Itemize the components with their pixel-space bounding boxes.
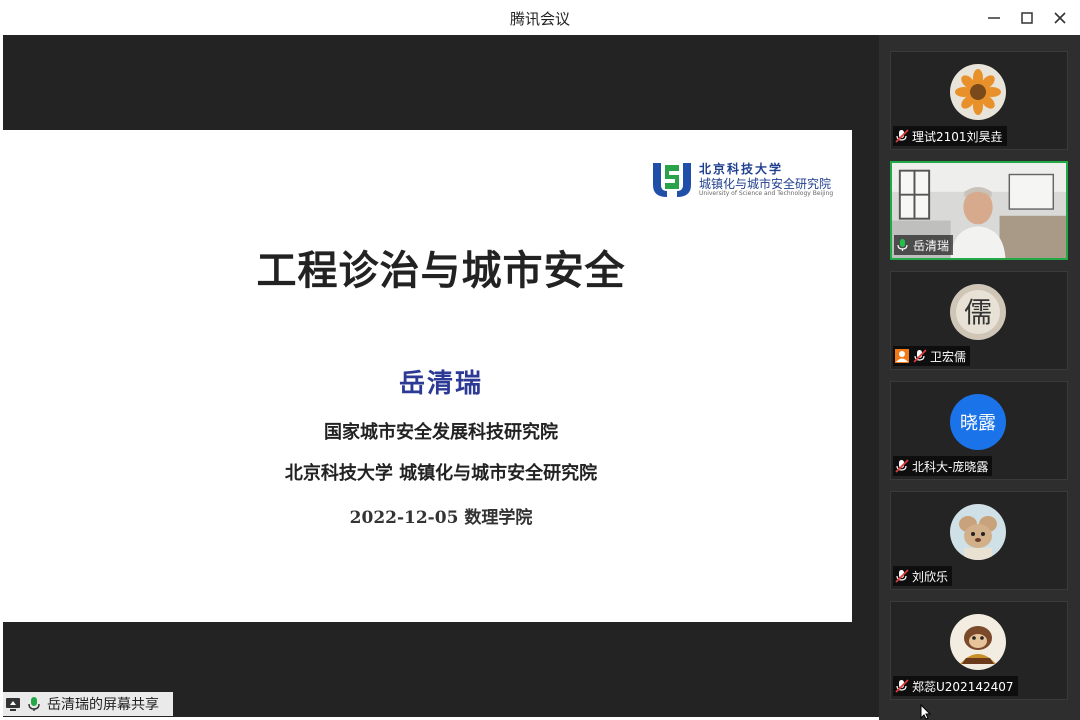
host-icon	[895, 349, 909, 363]
participant-name: 郑蕊U202142407	[912, 679, 1014, 694]
avatar-character: 儒	[964, 296, 992, 329]
microphone-active-icon	[897, 239, 908, 251]
close-icon	[1054, 12, 1066, 24]
slide-author: 岳清瑞	[398, 369, 483, 399]
microphone-muted-icon	[895, 569, 909, 583]
participant-tile[interactable]: 理试2101刘昊垚	[890, 51, 1068, 150]
screen-share-icon	[6, 698, 20, 711]
participant-nametag: 岳清瑞	[894, 235, 954, 255]
microphone-muted-icon	[895, 459, 909, 473]
microphone-muted-icon	[913, 349, 927, 363]
participant-nametag: 郑蕊U202142407	[893, 676, 1018, 696]
participant-nametag: 理试2101刘昊垚	[893, 126, 1007, 146]
participant-name: 刘欣乐	[912, 569, 949, 584]
sunflower-avatar-icon	[950, 64, 1006, 120]
university-logo: 北京科技大学 城镇化与城市安全研究院 University of Science…	[651, 159, 851, 201]
screen-share-label: 岳清瑞的屏幕共享	[47, 697, 159, 713]
participant-tile-speaking[interactable]: 岳清瑞	[890, 161, 1068, 260]
minimize-icon	[988, 17, 1000, 19]
close-button[interactable]	[1047, 5, 1073, 31]
participant-nametag: 卫宏儒	[893, 346, 971, 366]
participant-name: 理试2101刘昊垚	[912, 129, 1003, 144]
avatar: 晓露	[950, 394, 1006, 450]
participant-name: 岳清瑞	[913, 238, 950, 253]
cartoon-avatar-icon	[950, 504, 1006, 560]
slide-date: 2022-12-05 数理学院	[349, 508, 533, 528]
microphone-muted-icon	[895, 129, 909, 143]
avatar	[950, 614, 1006, 670]
avatar: 儒	[950, 284, 1006, 340]
participant-tile[interactable]: 郑蕊U202142407	[890, 601, 1068, 700]
microphone-muted-icon	[895, 679, 909, 693]
cartoon-dog-avatar-icon	[950, 614, 1006, 670]
participant-nametag: 刘欣乐	[893, 566, 953, 586]
participant-name: 北科大-庞晓露	[912, 459, 989, 474]
participant-nametag: 北科大-庞晓露	[893, 456, 993, 476]
window-title: 腾讯会议	[509, 10, 570, 28]
microphone-active-icon	[28, 697, 40, 711]
avatar	[950, 504, 1006, 560]
participant-tile[interactable]: 刘欣乐	[890, 491, 1068, 590]
slide-organization-2: 北京科技大学 城镇化与城市安全研究院	[284, 463, 598, 484]
minimize-button[interactable]	[981, 5, 1007, 31]
maximize-icon	[1021, 12, 1033, 24]
calligraphy-avatar-icon: 儒	[950, 284, 1006, 340]
participant-tile[interactable]: 儒 卫宏儒	[890, 271, 1068, 370]
avatar-text: 晓露	[960, 413, 996, 434]
slide-organization-1: 国家城市安全发展科技研究院	[324, 422, 558, 443]
participant-tile[interactable]: 晓露 北科大-庞晓露	[890, 381, 1068, 480]
avatar	[950, 64, 1006, 120]
screen-share-status[interactable]: 岳清瑞的屏幕共享	[3, 692, 173, 716]
participant-name: 卫宏儒	[930, 349, 967, 364]
ustb-logo-icon	[653, 163, 691, 197]
maximize-button[interactable]	[1014, 5, 1040, 31]
title-bar: 腾讯会议	[0, 0, 1080, 35]
logo-text-line3: University of Science and Technology Bei…	[699, 190, 834, 197]
slide-title: 工程诊治与城市安全	[256, 248, 626, 294]
mouse-cursor-icon	[920, 704, 932, 720]
